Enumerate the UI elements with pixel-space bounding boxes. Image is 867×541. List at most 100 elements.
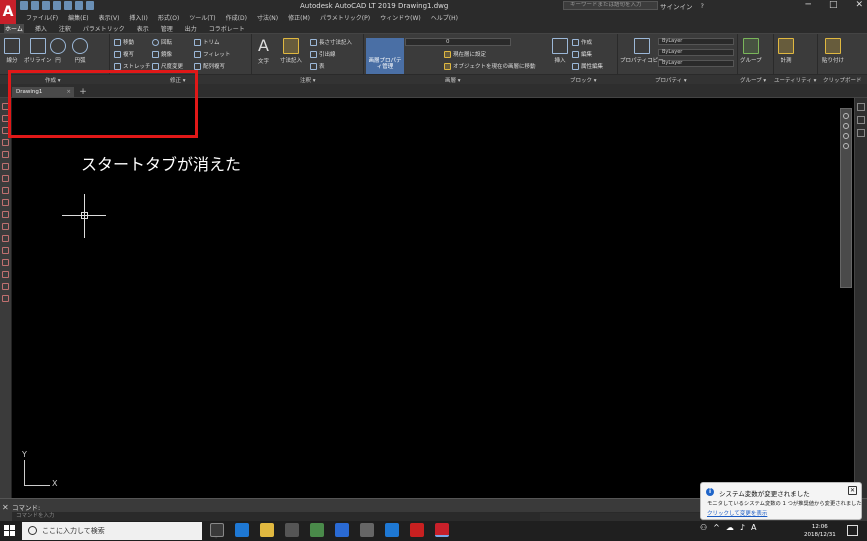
tab-collaborate[interactable]: コラボレート (208, 24, 246, 33)
tab-drawing1[interactable]: Drawing1 × (12, 87, 74, 97)
cmd-close-icon[interactable]: ✕ (2, 503, 9, 512)
task-view-icon[interactable] (210, 523, 224, 537)
paste-tool[interactable]: 貼り付け (822, 38, 844, 64)
zoom-icon[interactable] (843, 133, 849, 139)
draw-polygon-icon[interactable] (2, 127, 9, 134)
group-tool[interactable]: グループ (740, 38, 762, 64)
palette-pin-icon[interactable] (857, 116, 865, 124)
draw-spline-icon[interactable] (2, 187, 9, 194)
edit-attribute-tool[interactable]: 属性編集 (572, 62, 603, 70)
menu-help[interactable]: ヘルプ(H) (431, 13, 458, 22)
make-block-icon[interactable] (2, 223, 9, 230)
hatch-icon[interactable] (2, 247, 9, 254)
menu-file[interactable]: ファイル(F) (26, 13, 58, 22)
edit-block-tool[interactable]: 編集 (572, 50, 592, 58)
circle-tool[interactable]: 円 (50, 38, 66, 64)
windows-start-icon[interactable] (4, 525, 16, 537)
app-logo[interactable]: A (0, 0, 16, 24)
palette-close-icon[interactable] (857, 103, 865, 111)
edge-icon[interactable] (235, 523, 249, 537)
measure-tool[interactable]: 計測 (778, 38, 794, 64)
app-icon-1[interactable] (335, 523, 349, 537)
redo-icon[interactable] (86, 1, 94, 10)
panel-label-modify[interactable]: 修正 ▾ (170, 76, 186, 84)
store-icon[interactable] (310, 523, 324, 537)
mail-icon[interactable] (285, 523, 299, 537)
tab-view[interactable]: 表示 (136, 24, 150, 33)
taskbar-clock[interactable]: 12:06 2018/12/31 (804, 523, 836, 539)
ime-indicator[interactable]: A (751, 523, 756, 532)
insert-block-tool[interactable]: 挿入 (552, 38, 568, 64)
stretch-tool[interactable]: ストレッチ (114, 62, 151, 70)
undo-icon[interactable] (75, 1, 83, 10)
panel-label-annotation[interactable]: 注釈 ▾ (300, 76, 316, 84)
panel-label-block[interactable]: ブロック ▾ (570, 76, 597, 84)
action-center-icon[interactable] (847, 525, 858, 536)
new-tab-button[interactable]: + (78, 88, 88, 97)
people-icon[interactable]: ⚇ (700, 523, 707, 532)
linear-dim-tool[interactable]: 長さ寸法記入 (310, 38, 352, 46)
scale-tool[interactable]: 尺度変更 (152, 62, 183, 70)
draw-line-icon[interactable] (2, 103, 9, 110)
menu-draw[interactable]: 作成(D) (226, 13, 247, 22)
table-small-icon[interactable] (2, 283, 9, 290)
move-to-layer-tool[interactable]: オブジェクトを現在の画層に移動 (444, 62, 536, 70)
linetype-dropdown[interactable]: ByLayer (658, 49, 734, 56)
draw-arc-icon[interactable] (2, 151, 9, 158)
array-tool[interactable]: 配列複写 (194, 62, 225, 70)
draw-polyline-icon[interactable] (2, 115, 9, 122)
pan-icon[interactable] (843, 123, 849, 129)
arc-tool[interactable]: 円弧 (72, 38, 88, 64)
trim-tool[interactable]: トリム (194, 38, 220, 46)
new-icon[interactable] (20, 1, 28, 10)
sign-in-button[interactable]: サインイン (660, 1, 693, 11)
volume-icon[interactable]: ♪ (740, 523, 745, 532)
app-icon-2[interactable] (360, 523, 374, 537)
leader-tool[interactable]: 引出線 (310, 50, 336, 58)
mirror-tool[interactable]: 鏡像 (152, 50, 172, 58)
menu-format[interactable]: 形式(O) (158, 13, 179, 22)
rotate-tool[interactable]: 回転 (152, 38, 172, 46)
insert-block-small-icon[interactable] (2, 211, 9, 218)
minimize-button[interactable]: ─ (806, 0, 811, 10)
move-tool[interactable]: 移動 (114, 38, 134, 46)
ie-icon[interactable] (385, 523, 399, 537)
tray-chevron-icon[interactable]: ^ (713, 523, 720, 532)
layer-properties-button[interactable]: 画層プロパティ管理 (366, 38, 404, 74)
panel-label-draw[interactable]: 作成 ▾ (45, 76, 61, 84)
tab-insert[interactable]: 挿入 (34, 24, 48, 33)
line-tool[interactable]: 線分 (4, 38, 20, 64)
network-icon[interactable]: ☁ (726, 523, 734, 532)
table-tool[interactable]: 表 (310, 62, 325, 70)
help-search-input[interactable]: キーワードまたは語句を入力 (563, 1, 658, 10)
palette-menu-icon[interactable] (857, 129, 865, 137)
autocad-taskbar-icon[interactable] (435, 523, 449, 537)
menu-modify[interactable]: 修正(M) (288, 13, 310, 22)
panel-label-utilities[interactable]: ユーティリティ ▾ (774, 76, 816, 84)
file-explorer-icon[interactable] (260, 523, 274, 537)
copy-tool[interactable]: 複写 (114, 50, 134, 58)
plot-icon[interactable] (64, 1, 72, 10)
menu-dimension[interactable]: 寸法(N) (257, 13, 278, 22)
save-icon[interactable] (42, 1, 50, 10)
draw-cloud-icon[interactable] (2, 175, 9, 182)
set-current-layer-tool[interactable]: 現在層に設定 (444, 50, 486, 58)
panel-label-clipboard[interactable]: クリップボード (823, 76, 862, 84)
tab-manage[interactable]: 管理 (160, 24, 174, 33)
tab-home[interactable]: ホーム (4, 23, 24, 33)
tab-annotate[interactable]: 注釈 (58, 24, 72, 33)
app-icon-3[interactable] (410, 523, 424, 537)
gradient-icon[interactable] (2, 259, 9, 266)
orbit-icon[interactable] (843, 143, 849, 149)
maximize-button[interactable]: □ (829, 0, 838, 10)
menu-parametric[interactable]: パラメトリック(P) (320, 13, 370, 22)
mtext-icon[interactable] (2, 295, 9, 302)
menu-view[interactable]: 表示(V) (99, 13, 120, 22)
lineweight-dropdown[interactable]: ByLayer (658, 60, 734, 67)
tab-parametric[interactable]: パラメトリック (82, 24, 126, 33)
layer-dropdown[interactable]: 0 (405, 38, 511, 46)
open-icon[interactable] (31, 1, 39, 10)
menu-tools[interactable]: ツール(T) (189, 13, 215, 22)
help-button[interactable]: ? (701, 2, 704, 10)
text-tool[interactable]: A 文字 (258, 36, 269, 65)
